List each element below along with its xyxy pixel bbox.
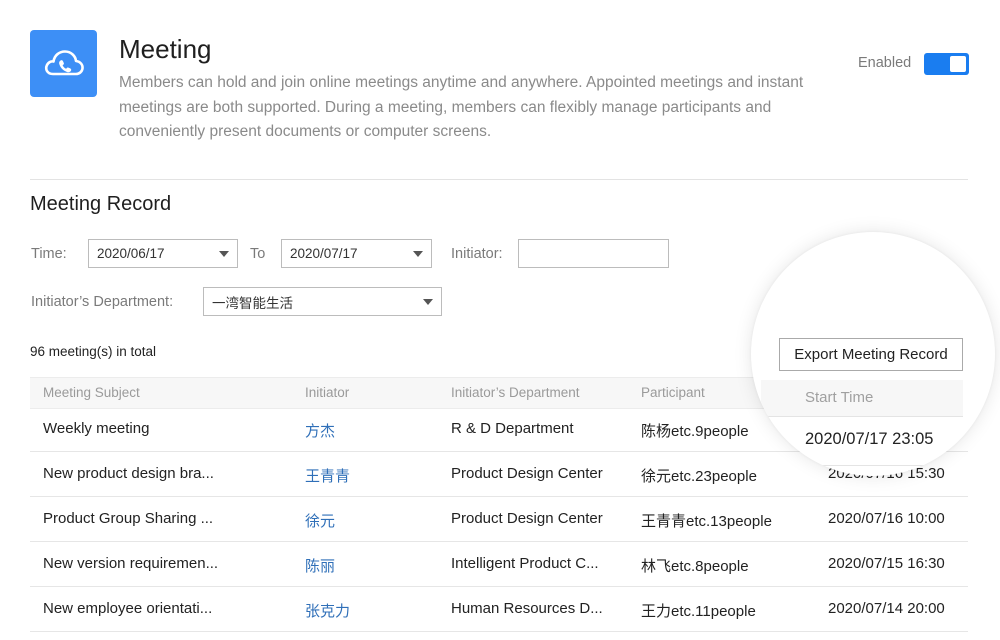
export-meeting-record-button[interactable]: Export Meeting Record <box>779 338 963 371</box>
column-header-subject: Meeting Subject <box>43 385 140 400</box>
to-date-value: 2020/07/17 <box>290 246 358 261</box>
department-label: Initiator’s Department: <box>31 294 174 310</box>
time-label: Time: <box>31 246 67 262</box>
magnifier-callout: Export Meeting Record Start Time 2020/07… <box>751 232 995 476</box>
caret-down-icon <box>219 251 229 257</box>
section-title: Meeting Record <box>30 193 172 215</box>
start-time: 2020/07/15 16:30 <box>828 555 945 572</box>
to-date-select[interactable]: 2020/07/17 <box>281 239 432 268</box>
initiator-link[interactable]: 张克力 <box>305 600 425 621</box>
toggle-knob <box>950 56 966 72</box>
meeting-subject: New product design bra... <box>43 465 214 482</box>
magnifier-content: Export Meeting Record Start Time 2020/07… <box>751 232 995 476</box>
initiator-department: Product Design Center <box>451 465 603 482</box>
section-divider <box>30 179 968 180</box>
magnified-start-time: 2020/07/17 23:05 <box>805 430 934 448</box>
participants: 王力etc.11people <box>641 603 756 620</box>
from-date-value: 2020/06/17 <box>97 246 165 261</box>
department-value: 一湾智能生活 <box>212 295 293 311</box>
initiator-department: R & D Department <box>451 420 574 437</box>
start-time: 2020/07/14 20:00 <box>828 600 945 617</box>
start-time-header: Start Time <box>761 380 963 417</box>
table-row[interactable]: New version requiremen... 陈丽 Intelligent… <box>30 542 968 587</box>
row-divider <box>761 465 963 466</box>
total-count: 96 meeting(s) in total <box>30 344 157 359</box>
initiator-link[interactable]: 王青青 <box>305 465 425 486</box>
meeting-subject: New version requiremen... <box>43 555 219 572</box>
column-header-start-time: Start Time <box>805 389 874 406</box>
page-title: Meeting <box>119 34 212 64</box>
column-header-participant: Participant <box>641 385 705 400</box>
initiator-link[interactable]: 方杰 <box>305 420 425 441</box>
initiator-label: Initiator: <box>451 246 503 262</box>
from-date-select[interactable]: 2020/06/17 <box>88 239 238 268</box>
initiator-input[interactable] <box>518 239 669 268</box>
enabled-label: Enabled <box>858 55 912 71</box>
caret-down-icon <box>413 251 423 257</box>
initiator-department: Human Resources D... <box>451 600 603 617</box>
table-row[interactable]: Product Group Sharing ... 徐元 Product Des… <box>30 497 968 542</box>
initiator-department: Intelligent Product C... <box>451 555 599 572</box>
department-select[interactable]: 一湾智能生活 <box>203 287 442 316</box>
to-label: To <box>250 246 266 262</box>
table-row[interactable]: New employee orientati... 张克力 Human Reso… <box>30 587 968 632</box>
initiator-link[interactable]: 徐元 <box>305 510 425 531</box>
column-header-initiator: Initiator <box>305 385 350 400</box>
participants: 王青青etc.13people <box>641 513 772 530</box>
cloud-phone-icon <box>44 49 84 75</box>
participants: 林飞etc.8people <box>641 558 749 575</box>
app-description: Members can hold and join online meeting… <box>119 74 804 140</box>
column-header-department: Initiator’s Department <box>451 385 580 400</box>
enabled-toggle[interactable] <box>924 53 969 75</box>
meeting-subject: Product Group Sharing ... <box>43 510 214 527</box>
meeting-subject: New employee orientati... <box>43 600 213 617</box>
initiator-link[interactable]: 陈丽 <box>305 555 425 576</box>
start-time: 2020/07/16 10:00 <box>828 510 945 527</box>
app-icon <box>30 30 97 97</box>
caret-down-icon <box>423 299 433 305</box>
initiator-department: Product Design Center <box>451 510 603 527</box>
meeting-subject: Weekly meeting <box>43 420 150 437</box>
